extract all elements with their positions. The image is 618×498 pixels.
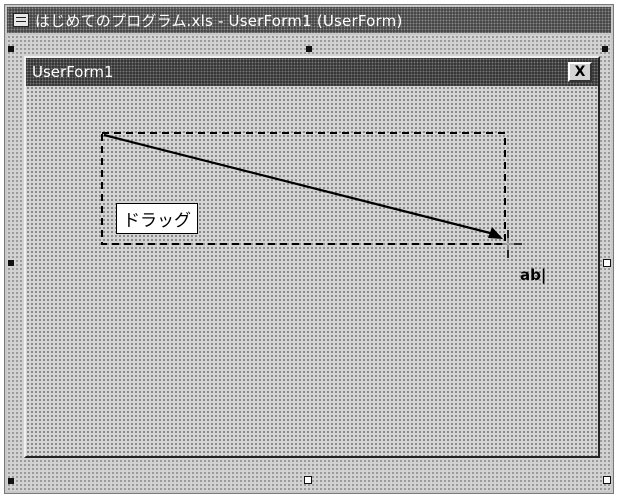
drag-callout-label: ドラッグ	[116, 203, 198, 234]
drag-arrow-head-icon	[488, 227, 503, 239]
drag-overlay	[101, 132, 522, 258]
textbox-tool-cursor-icon: ab|	[520, 266, 547, 284]
